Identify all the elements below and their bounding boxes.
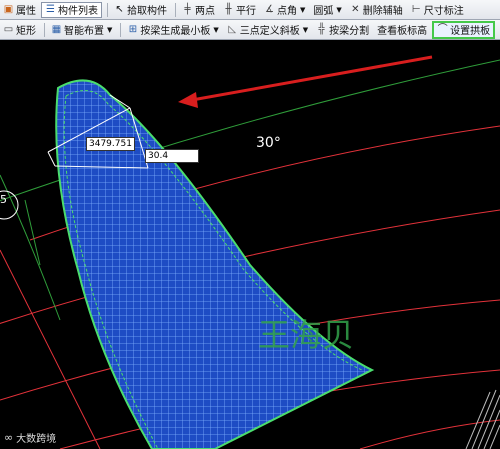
smart-layout-label: 智能布置	[64, 26, 104, 37]
rect-icon: ▭	[3, 24, 14, 35]
chevron-down-icon[interactable]: ▼	[303, 26, 308, 34]
slab-gen-icon: ⊞	[128, 24, 138, 35]
slope-icon: ◺	[228, 24, 237, 35]
view-slab-elevation-button[interactable]: 查看板标高	[374, 22, 430, 38]
parallel-button[interactable]: ╫ 平行	[220, 2, 259, 18]
smart-layout-button[interactable]: ▦ 智能布置 ▼	[48, 22, 115, 38]
drawing-canvas[interactable]	[0, 40, 500, 449]
rect-label: 矩形	[16, 26, 36, 37]
pick-component-button[interactable]: ↖ 拾取构件	[111, 2, 170, 18]
divider	[44, 22, 45, 37]
divider	[107, 2, 108, 17]
split-by-beam-label: 按梁分割	[329, 26, 370, 37]
split-by-beam-button[interactable]: ╬ 按梁分割	[313, 22, 372, 38]
arc-button[interactable]: 圆弧 ▼	[310, 2, 344, 18]
two-points-button[interactable]: ╪ 两点	[179, 2, 218, 18]
properties-label: 属性	[16, 6, 36, 17]
delete-aux-button[interactable]: ✕ 删除辅轴	[347, 2, 406, 18]
hatch-area	[465, 389, 500, 449]
list-icon: ☰	[46, 4, 55, 15]
arc-label: 圆弧	[313, 6, 334, 17]
toolbar-main: ▣ 属性 ☰ 构件列表 ↖ 拾取构件 ╪ 两点 ╫ 平行 ∡ 点角 ▼ 圆弧 ▼…	[0, 0, 500, 20]
dimension-label: 尺寸标注	[423, 6, 464, 17]
split-icon: ╬	[318, 24, 325, 35]
chevron-down-icon[interactable]: ▼	[336, 6, 341, 14]
parallel-icon: ╫	[225, 4, 232, 15]
parallel-label: 平行	[236, 6, 256, 17]
gen-by-beam-button[interactable]: ⊞ 按梁生成最小板 ▼	[124, 22, 221, 38]
chevron-down-icon[interactable]: ▼	[213, 26, 218, 34]
dimension-value: 3479.751	[86, 137, 135, 151]
three-point-slope-label: 三点定义斜板	[239, 26, 300, 37]
component-list-label: 构件列表	[58, 6, 98, 17]
dimension-button[interactable]: ⊢ 尺寸标注	[408, 2, 467, 18]
divider	[175, 2, 176, 17]
chevron-down-icon[interactable]: ▼	[107, 26, 112, 34]
point-angle-icon: ∡	[265, 4, 274, 15]
chevron-down-icon[interactable]: ▼	[300, 6, 305, 14]
annotation-arrow	[178, 55, 433, 108]
pick-component-label: 拾取构件	[127, 6, 167, 17]
properties-icon: ▣	[3, 4, 14, 15]
view-slab-elevation-label: 查看板标高	[377, 26, 428, 37]
delete-icon: ✕	[351, 4, 360, 15]
properties-button[interactable]: ▣ 属性	[0, 2, 39, 18]
angle-input[interactable]: 30.4	[145, 149, 199, 163]
divider	[120, 22, 122, 37]
toolbar-slab: ▭ 矩形 ▦ 智能布置 ▼ ⊞ 按梁生成最小板 ▼ ◺ 三点定义斜板 ▼ ╬ 按…	[0, 20, 500, 40]
angle-label: 30°	[256, 135, 281, 151]
logo: ∞ 大数跨境	[4, 430, 56, 445]
dimension-icon: ⊢	[411, 4, 421, 15]
gen-by-beam-label: 按梁生成最小板	[140, 26, 211, 37]
component-list-button[interactable]: ☰ 构件列表	[41, 1, 102, 18]
two-points-label: 两点	[195, 6, 215, 17]
cursor-icon: ↖	[115, 4, 124, 15]
point-angle-label: 点角	[277, 6, 297, 17]
logo-text: 大数跨境	[16, 434, 57, 445]
arch-slab[interactable]	[55, 79, 375, 449]
rect-button[interactable]: ▭ 矩形	[0, 22, 39, 38]
arch-slab-icon: ⌒	[437, 24, 448, 35]
point-angle-button[interactable]: ∡ 点角 ▼	[261, 2, 308, 18]
smart-layout-icon: ▦	[51, 24, 62, 35]
three-point-slope-button[interactable]: ◺ 三点定义斜板 ▼	[224, 22, 311, 38]
delete-aux-label: 删除辅轴	[362, 6, 403, 17]
set-arch-slab-label: 设置拱板	[450, 26, 491, 37]
axis-number: 5	[0, 193, 7, 206]
logo-icon: ∞	[4, 431, 14, 444]
two-points-icon: ╪	[184, 4, 191, 15]
set-arch-slab-button[interactable]: ⌒ 设置拱板	[432, 20, 496, 39]
watermark-text: 王海贝	[258, 316, 355, 354]
